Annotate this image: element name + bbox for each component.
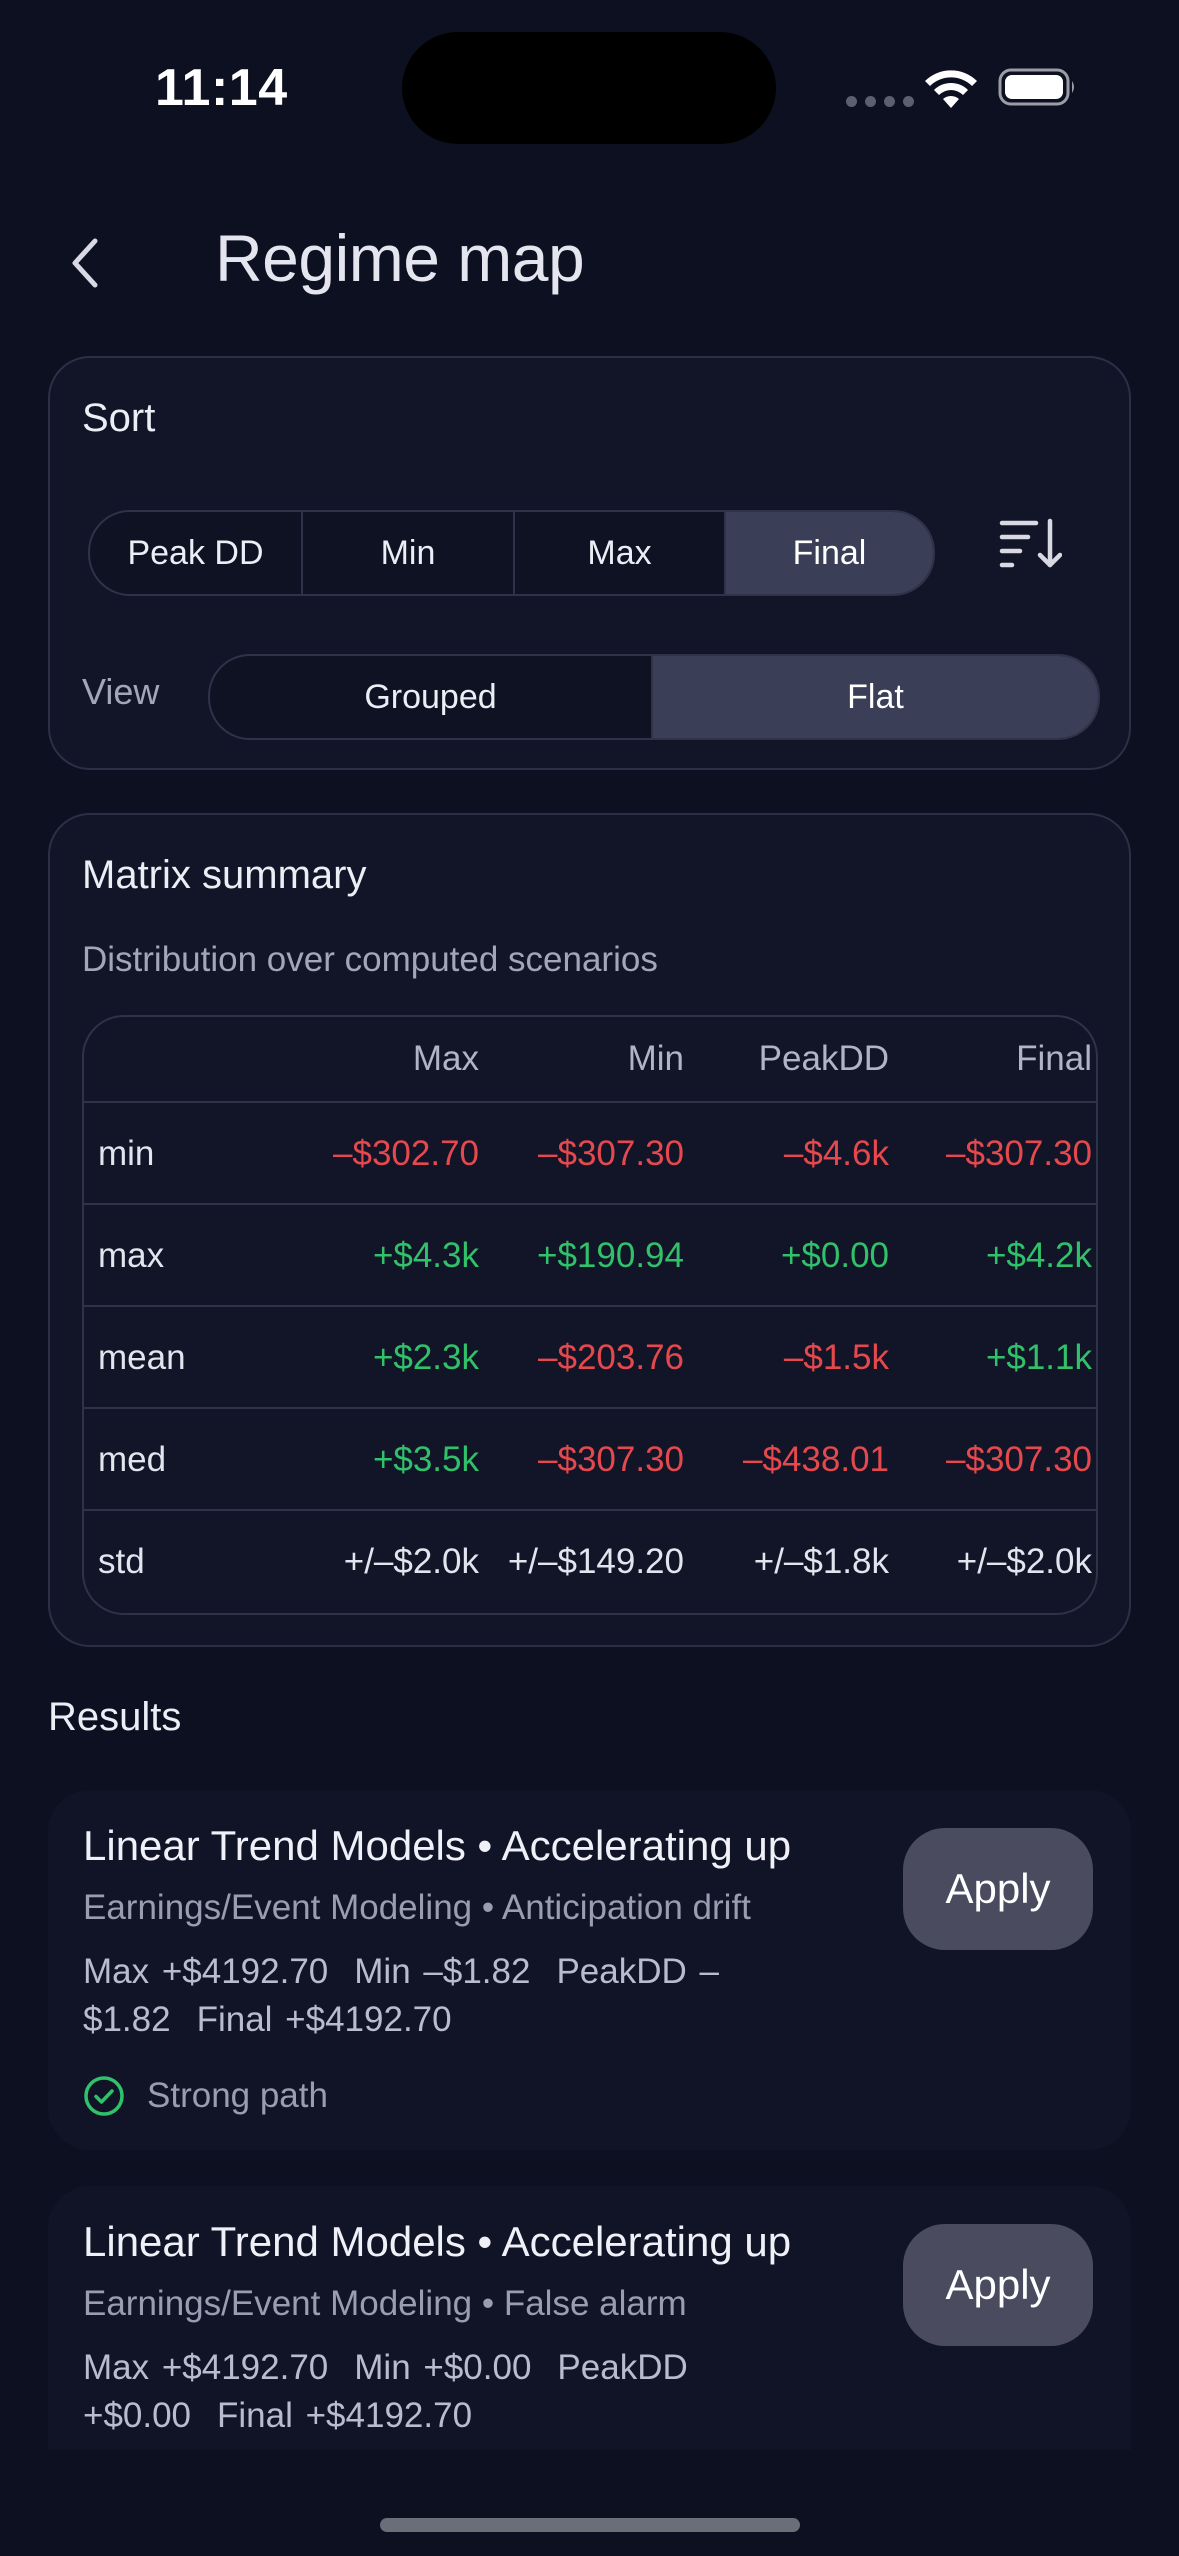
status-bar: 11:14 <box>0 0 1179 170</box>
page-title: Regime map <box>215 221 585 295</box>
table-cell: –$203.76 <box>538 1338 684 1377</box>
bottom-safe-area <box>0 2450 1179 2556</box>
column-header-min: Min <box>627 1039 684 1078</box>
sort-descending-icon <box>999 518 1062 568</box>
table-cell: +/–$1.8k <box>753 1542 889 1581</box>
table-row: med +$3.5k –$307.30 –$438.01 –$307.30 <box>84 1407 1096 1511</box>
sort-option-peak-dd[interactable]: Peak DD <box>90 512 301 594</box>
dynamic-island <box>402 32 776 144</box>
matrix-summary-subtitle: Distribution over computed scenarios <box>82 940 658 979</box>
results-heading: Results <box>48 1695 182 1739</box>
result-stats: Max +$4192.70 Min +$0.00 PeakDD +$0.00 Fina… <box>83 2344 873 2440</box>
row-label: max <box>98 1236 165 1275</box>
stat-max: Max +$4192.70 <box>83 2348 329 2387</box>
stat-min: Min +$0.00 <box>354 2348 532 2387</box>
matrix-summary-card: Matrix summary Distribution over compute… <box>48 813 1131 1647</box>
table-cell: +$190.94 <box>537 1236 684 1275</box>
result-subtitle: Earnings/Event Modeling • Anticipation d… <box>83 1888 751 1927</box>
sort-card: Sort Peak DD Min Max Final View Grouped … <box>48 356 1131 770</box>
stat-min: Min –$1.82 <box>354 1952 531 1991</box>
table-cell: –$307.30 <box>538 1440 684 1479</box>
chevron-left-icon <box>72 238 98 288</box>
back-button[interactable] <box>50 228 120 298</box>
view-option-flat[interactable]: Flat <box>651 656 1098 738</box>
navigation-bar: Regime map <box>0 200 1179 330</box>
result-title: Linear Trend Models • Accelerating up <box>83 1822 792 1869</box>
table-row: std +/–$2.0k +/–$149.20 +/–$1.8k +/–$2.0… <box>84 1509 1096 1613</box>
table-cell: +$4.2k <box>985 1236 1092 1275</box>
table-header-row: Max Min PeakDD Final <box>84 1017 1096 1101</box>
table-cell: –$1.5k <box>783 1338 889 1377</box>
row-label: mean <box>98 1338 186 1377</box>
result-stats: Max +$4192.70 Min –$1.82 PeakDD –$1.82 Fina… <box>83 1948 873 2044</box>
matrix-summary-title: Matrix summary <box>82 853 367 897</box>
stat-final: Final +$4192.70 <box>217 2396 473 2435</box>
result-status: Strong path <box>83 2075 328 2117</box>
table-cell: +$1.1k <box>985 1338 1092 1377</box>
table-cell: +/–$2.0k <box>956 1542 1092 1581</box>
row-label: std <box>98 1542 145 1581</box>
summary-table: Max Min PeakDD Final min –$302.70 –$307.… <box>82 1015 1098 1615</box>
table-cell: –$307.30 <box>538 1134 684 1173</box>
home-indicator[interactable] <box>380 2518 800 2532</box>
sort-option-min[interactable]: Min <box>301 512 513 594</box>
table-cell: +/–$149.20 <box>507 1542 684 1581</box>
sort-segmented-control: Peak DD Min Max Final <box>88 510 935 596</box>
table-cell: –$438.01 <box>743 1440 889 1479</box>
sort-option-max[interactable]: Max <box>513 512 724 594</box>
result-subtitle: Earnings/Event Modeling • False alarm <box>83 2284 687 2323</box>
table-cell: +/–$2.0k <box>343 1542 479 1581</box>
table-cell: –$307.30 <box>946 1134 1092 1173</box>
table-cell: –$4.6k <box>783 1134 889 1173</box>
result-card[interactable]: Linear Trend Models • Accelerating up Ea… <box>48 1790 1131 2150</box>
stat-max: Max +$4192.70 <box>83 1952 329 1991</box>
row-label: med <box>98 1440 167 1479</box>
view-label: View <box>82 671 160 712</box>
status-time: 11:14 <box>155 59 288 117</box>
column-header-max: Max <box>412 1039 479 1078</box>
sort-title: Sort <box>82 396 156 440</box>
table-cell: –$307.30 <box>946 1440 1092 1479</box>
table-cell: +$4.3k <box>372 1236 479 1275</box>
sort-option-final[interactable]: Final <box>724 512 933 594</box>
status-text: Strong path <box>147 2076 328 2115</box>
cellular-signal-icon <box>846 96 914 107</box>
stat-final: Final +$4192.70 <box>196 2000 452 2039</box>
apply-button[interactable]: Apply <box>903 1828 1093 1950</box>
view-option-grouped[interactable]: Grouped <box>210 656 651 738</box>
battery-icon <box>998 68 1074 106</box>
table-cell: +$3.5k <box>372 1440 479 1479</box>
apply-button[interactable]: Apply <box>903 2224 1093 2346</box>
row-label: min <box>98 1134 155 1173</box>
check-circle-icon <box>84 2076 124 2116</box>
column-header-final: Final <box>1016 1039 1092 1078</box>
table-row: mean +$2.3k –$203.76 –$1.5k +$1.1k <box>84 1305 1096 1409</box>
result-title: Linear Trend Models • Accelerating up <box>83 2218 792 2265</box>
table-row: max +$4.3k +$190.94 +$0.00 +$4.2k <box>84 1203 1096 1307</box>
table-cell: –$302.70 <box>333 1134 479 1173</box>
table-row: min –$302.70 –$307.30 –$4.6k –$307.30 <box>84 1101 1096 1205</box>
wifi-icon <box>925 70 977 108</box>
view-segmented-control: Grouped Flat <box>208 654 1100 740</box>
sort-order-button[interactable] <box>985 498 1075 588</box>
table-cell: +$0.00 <box>780 1236 889 1275</box>
table-cell: +$2.3k <box>372 1338 479 1377</box>
column-header-peakdd: PeakDD <box>758 1039 889 1078</box>
